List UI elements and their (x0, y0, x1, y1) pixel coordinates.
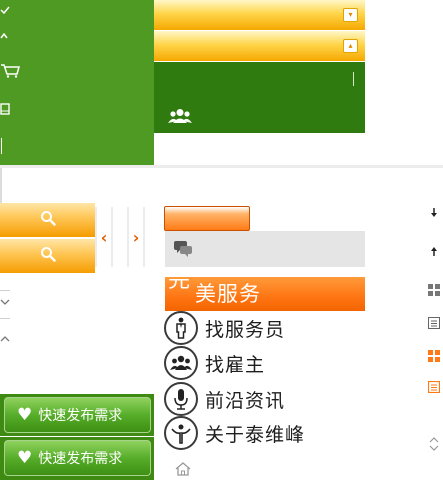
arrow-down-icon[interactable] (426, 205, 442, 221)
top-left-panel (0, 0, 154, 165)
grid-active-icon[interactable] (426, 348, 442, 364)
dropdown-bar-1[interactable] (154, 0, 365, 30)
chevron-down-icon[interactable] (0, 293, 12, 313)
publish-request-label: 快速发布需求 (38, 451, 123, 467)
arrow-up-icon[interactable] (426, 243, 442, 259)
search-icon (40, 246, 56, 266)
service-title: 美服务 (195, 282, 261, 306)
search-button-2[interactable] (0, 239, 95, 273)
home-icon[interactable] (175, 461, 191, 480)
sort-icon[interactable] (426, 436, 442, 452)
menu-item-find-waiter[interactable]: 找服务员 (164, 311, 285, 345)
section-divider (0, 165, 443, 168)
cart-icon[interactable] (0, 64, 22, 81)
waiter-icon (164, 311, 198, 345)
list-icon[interactable] (426, 315, 442, 331)
chevron-down-icon[interactable]: ▾ (343, 8, 358, 22)
chevron-divider (0, 290, 10, 291)
publish-request-button[interactable]: ♥ 快速发布需求 (4, 440, 151, 476)
microphone-icon (164, 382, 198, 416)
green-box-divider (353, 72, 354, 86)
menu-item-news[interactable]: 前沿资讯 (164, 382, 285, 416)
carousel-prev-button[interactable]: ‹ (95, 207, 113, 267)
chevron-up-icon[interactable]: ▴ (343, 39, 358, 53)
heart-icon: ♥ (17, 404, 33, 425)
chevron-divider (0, 318, 10, 319)
grid-icon[interactable] (426, 282, 442, 298)
check-icon (0, 3, 22, 17)
chat-bar[interactable] (165, 231, 365, 267)
publish-request-label: 快速发布需求 (38, 408, 123, 424)
group-icon (164, 346, 198, 380)
users-icon[interactable] (168, 108, 192, 128)
search-button-1[interactable] (0, 203, 95, 237)
list-active-icon[interactable] (426, 379, 442, 395)
publish-request-button[interactable]: ♥ 快速发布需求 (4, 397, 151, 433)
chat-icon[interactable] (173, 240, 193, 262)
scroll-marker (1, 138, 2, 154)
menu-label-find-waiter: 找服务员 (205, 318, 286, 341)
publish-button-wrap-1: ♥ 快速发布需求 (0, 394, 154, 436)
heart-icon: ♥ (17, 447, 33, 468)
book-icon[interactable] (0, 103, 22, 118)
carousel-next-button[interactable]: › (127, 207, 145, 267)
caret-up-icon (0, 28, 22, 42)
search-icon (40, 210, 56, 230)
service-title-first-char: 完 (168, 268, 191, 293)
menu-item-about[interactable]: 关于泰维峰 (164, 416, 305, 450)
menu-label-news: 前沿资讯 (205, 389, 286, 412)
menu-label-about: 关于泰维峰 (205, 423, 306, 446)
menu-label-find-employer: 找雇主 (205, 353, 266, 376)
logo-icon (164, 416, 198, 450)
orange-tab-button[interactable] (164, 206, 250, 231)
chevron-up-icon[interactable] (0, 330, 12, 350)
menu-item-find-employer[interactable]: 找雇主 (164, 346, 265, 380)
left-edge-marker (0, 168, 2, 203)
publish-button-wrap-2: ♥ 快速发布需求 (0, 437, 154, 480)
dropdown-bar-2[interactable] (154, 31, 365, 61)
